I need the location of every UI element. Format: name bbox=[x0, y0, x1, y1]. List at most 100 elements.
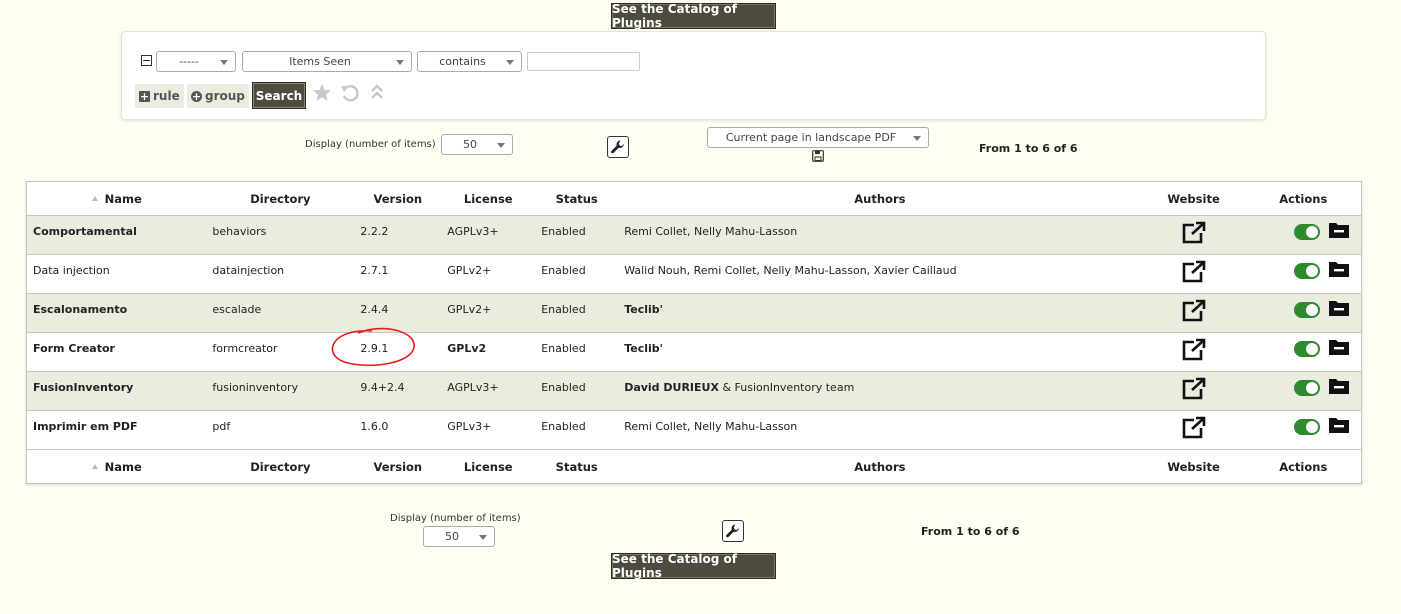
header-authors[interactable]: Authors bbox=[618, 181, 1142, 216]
plugin-directory: behaviors bbox=[206, 215, 355, 255]
header-website: Website bbox=[1141, 181, 1246, 216]
footer-actions: Actions bbox=[1245, 449, 1362, 484]
folder-minus-icon[interactable] bbox=[1328, 377, 1350, 398]
footer-version[interactable]: Version bbox=[354, 449, 442, 484]
external-link-icon[interactable] bbox=[1181, 221, 1207, 248]
table-row: Form Creator formcreator 2.9.1 GPLv2 Enabled… bbox=[26, 332, 1362, 372]
plugin-name: Imprimir em PDF bbox=[26, 410, 207, 450]
plugin-authors: David DURIEUX & FusionInventory team bbox=[618, 371, 1142, 411]
toggle-on-icon[interactable] bbox=[1294, 418, 1320, 435]
plugin-authors-main: David DURIEUX bbox=[624, 381, 719, 394]
search-field-1-value: ----- bbox=[179, 55, 199, 68]
search-operator-select[interactable]: contains bbox=[417, 51, 522, 72]
plugin-status: Enabled bbox=[535, 293, 619, 333]
catalog-button-bottom[interactable]: See the Catalog of Plugins bbox=[611, 552, 776, 580]
external-link-icon[interactable] bbox=[1181, 299, 1207, 326]
header-name[interactable]: Name bbox=[26, 181, 207, 216]
table-row: Imprimir em PDF pdf 1.6.0 GPLv3+ Enabled Remi… bbox=[26, 410, 1362, 450]
toggle-on-icon[interactable] bbox=[1294, 262, 1320, 279]
star-icon[interactable] bbox=[312, 83, 332, 103]
search-button[interactable]: Search bbox=[252, 82, 306, 109]
wrench-icon[interactable] bbox=[607, 136, 629, 158]
external-link-icon[interactable] bbox=[1181, 338, 1207, 365]
plugin-directory: fusioninventory bbox=[206, 371, 355, 411]
display-label-bottom: Display (number of items) bbox=[390, 513, 521, 524]
chevron-down-icon bbox=[220, 60, 228, 65]
plugin-name: Form Creator bbox=[26, 332, 207, 372]
add-rule-button[interactable]: + rule bbox=[135, 84, 184, 108]
footer-license[interactable]: License bbox=[441, 449, 536, 484]
plugin-authors-rest: & FusionInventory team bbox=[718, 381, 855, 394]
footer-directory[interactable]: Directory bbox=[206, 449, 355, 484]
external-link-icon[interactable] bbox=[1181, 416, 1207, 443]
footer-authors[interactable]: Authors bbox=[618, 449, 1142, 484]
toggle-on-icon[interactable] bbox=[1294, 301, 1320, 318]
header-version[interactable]: Version bbox=[354, 181, 442, 216]
table-row: Escalonamento escalade 2.4.4 GPLv2+ Enabled T… bbox=[26, 293, 1362, 333]
add-group-button[interactable]: + group bbox=[187, 84, 249, 108]
plugin-version: 1.6.0 bbox=[354, 410, 442, 450]
plugin-actions bbox=[1245, 293, 1362, 333]
folder-minus-icon[interactable] bbox=[1328, 416, 1350, 437]
undo-icon[interactable] bbox=[340, 83, 360, 103]
header-license[interactable]: License bbox=[441, 181, 536, 216]
toggle-on-icon[interactable] bbox=[1294, 340, 1320, 357]
chevron-down-icon bbox=[506, 60, 514, 65]
display-label-top: Display (number of items) bbox=[305, 139, 436, 150]
double-chevron-up-icon[interactable] bbox=[370, 83, 384, 101]
plugin-name: FusionInventory bbox=[26, 371, 207, 411]
plugin-status: Enabled bbox=[535, 254, 619, 294]
footer-status[interactable]: Status bbox=[535, 449, 619, 484]
plugin-actions bbox=[1245, 254, 1362, 294]
folder-minus-icon[interactable] bbox=[1328, 260, 1350, 281]
external-link-icon[interactable] bbox=[1181, 377, 1207, 404]
search-field-select-2[interactable]: Items Seen bbox=[242, 51, 412, 72]
search-value-input[interactable] bbox=[527, 52, 640, 71]
catalog-button-top[interactable]: See the Catalog of Plugins bbox=[611, 2, 776, 30]
plugin-license: AGPLv3+ bbox=[441, 371, 536, 411]
plugin-version: 2.9.1 bbox=[354, 332, 442, 372]
remove-criteria-icon[interactable] bbox=[141, 55, 152, 66]
display-select-bottom[interactable]: 50 bbox=[423, 526, 495, 547]
plugin-directory: datainjection bbox=[206, 254, 355, 294]
plugin-authors-rest: Walid Nouh, Remi Collet, Nelly Mahu-Lass… bbox=[624, 264, 957, 277]
table-row: Comportamental behaviors 2.2.2 AGPLv3+ Enabl… bbox=[26, 215, 1362, 255]
plugin-website bbox=[1141, 293, 1246, 333]
folder-minus-icon[interactable] bbox=[1328, 299, 1350, 320]
sort-asc-icon bbox=[91, 195, 98, 201]
header-status[interactable]: Status bbox=[535, 181, 619, 216]
search-field-select-1[interactable]: ----- bbox=[156, 51, 236, 72]
plus-circle-icon: + bbox=[191, 89, 202, 103]
display-select-top[interactable]: 50 bbox=[441, 134, 513, 155]
search-panel: ----- Items Seen contains + rule + group… bbox=[121, 31, 1266, 120]
search-operator-value: contains bbox=[439, 55, 486, 68]
plugin-status: Enabled bbox=[535, 410, 619, 450]
header-actions: Actions bbox=[1245, 181, 1362, 216]
plugin-website bbox=[1141, 215, 1246, 255]
export-select[interactable]: Current page in landscape PDF bbox=[707, 127, 929, 148]
wrench-icon[interactable] bbox=[722, 520, 744, 542]
folder-minus-icon[interactable] bbox=[1328, 221, 1350, 242]
pagination-count-bottom: From 1 to 6 of 6 bbox=[921, 525, 1020, 538]
plugin-actions bbox=[1245, 215, 1362, 255]
plugin-status: Enabled bbox=[535, 371, 619, 411]
plugin-status: Enabled bbox=[535, 332, 619, 372]
folder-minus-icon[interactable] bbox=[1328, 338, 1350, 359]
plugin-authors: Teclib' bbox=[618, 332, 1142, 372]
chevron-down-icon bbox=[497, 143, 505, 148]
toggle-on-icon[interactable] bbox=[1294, 379, 1320, 396]
plugin-website bbox=[1141, 254, 1246, 294]
header-name-label: Name bbox=[104, 191, 142, 206]
table-footer-row: Name Directory Version License Status Au… bbox=[26, 449, 1362, 484]
plugin-name: Data injection bbox=[26, 254, 207, 294]
table-row: FusionInventory fusioninventory 9.4+2.4 AGP… bbox=[26, 371, 1362, 411]
add-rule-label: rule bbox=[153, 89, 180, 103]
external-link-icon[interactable] bbox=[1181, 260, 1207, 287]
plugin-license: GPLv2+ bbox=[441, 293, 536, 333]
toggle-on-icon[interactable] bbox=[1294, 223, 1320, 240]
footer-name[interactable]: Name bbox=[26, 449, 207, 484]
plugin-authors-rest: Remi Collet, Nelly Mahu-Lasson bbox=[624, 420, 798, 433]
floppy-disk-icon[interactable] bbox=[812, 150, 824, 162]
header-directory[interactable]: Directory bbox=[206, 181, 355, 216]
plugin-authors: Remi Collet, Nelly Mahu-Lasson bbox=[618, 215, 1142, 255]
